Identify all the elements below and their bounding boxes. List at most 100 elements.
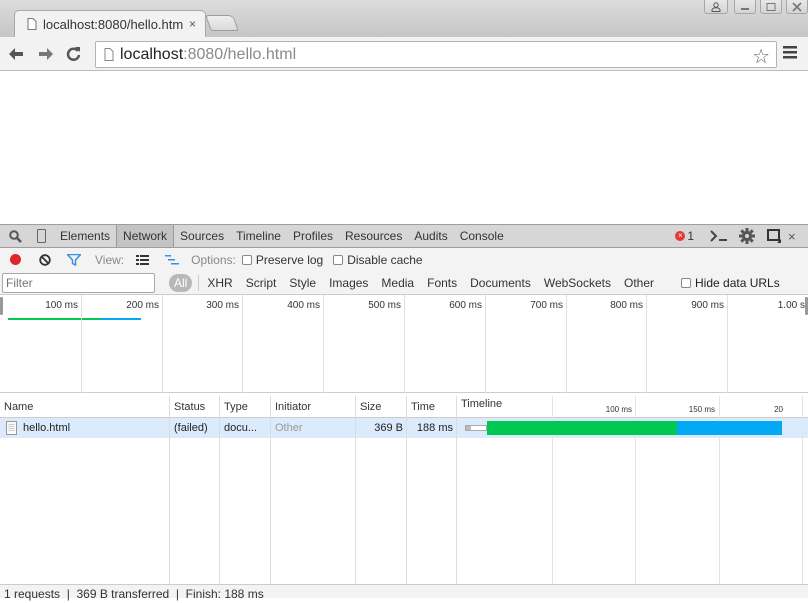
tab-profiles[interactable]: Profiles <box>287 225 339 247</box>
network-summary: 1 requests | 369 B transferred | Finish:… <box>0 584 808 601</box>
forward-button[interactable] <box>36 45 56 63</box>
overview-gridline <box>404 295 405 393</box>
reload-button[interactable] <box>64 45 84 63</box>
request-status: (failed) <box>174 422 208 434</box>
close-window-icon[interactable] <box>786 0 808 14</box>
page-icon <box>104 48 114 61</box>
header-initiator[interactable]: Initiator <box>271 396 311 418</box>
filter-icon[interactable] <box>67 253 81 266</box>
back-arrow-icon <box>9 48 23 60</box>
dock-side-icon[interactable] <box>762 229 788 243</box>
filter-type-images[interactable]: Images <box>329 276 368 290</box>
header-name[interactable]: Name <box>0 396 33 418</box>
new-tab-button[interactable] <box>205 15 239 31</box>
hide-data-urls-label: Hide data URLs <box>695 275 780 290</box>
timeline-waiting-bar <box>487 421 677 435</box>
tab-network[interactable]: Network <box>116 225 175 247</box>
overview-tick-label: 300 ms <box>206 300 239 311</box>
header-size[interactable]: Size <box>356 396 381 418</box>
disable-cache-label: Disable cache <box>347 252 423 267</box>
overview-waterfall-icon[interactable] <box>165 254 180 265</box>
device-mode-icon[interactable] <box>30 229 52 243</box>
request-size: 369 B <box>374 422 403 434</box>
tab-audits[interactable]: Audits <box>408 225 453 247</box>
filter-type-fonts[interactable]: Fonts <box>427 276 457 290</box>
maximize-icon[interactable] <box>760 0 782 14</box>
preserve-log-checkbox[interactable]: Preserve log <box>241 252 324 267</box>
overview-left-handle[interactable] <box>0 297 3 315</box>
preserve-log-label: Preserve log <box>255 252 324 267</box>
filter-type-documents[interactable]: Documents <box>470 276 531 290</box>
overview-tick-label: 700 ms <box>530 300 563 311</box>
header-status[interactable]: Status <box>170 396 205 418</box>
request-name[interactable]: hello.html <box>19 418 70 438</box>
tab-close-icon[interactable]: × <box>189 17 196 31</box>
tab-title: localhost:8080/hello.html <box>43 16 183 32</box>
page-content <box>0 71 808 224</box>
forward-arrow-icon <box>39 48 53 60</box>
requests-table: Name Status Type Initiator Size Time Tim… <box>0 396 808 584</box>
reload-icon <box>66 47 81 61</box>
tab-elements[interactable]: Elements <box>54 225 116 247</box>
filter-type-media[interactable]: Media <box>381 276 414 290</box>
filter-bar: All XHR Script Style Images Media Fonts … <box>0 271 808 295</box>
close-devtools-icon[interactable]: × <box>788 229 808 244</box>
bookmark-star-icon[interactable]: ☆ <box>752 44 770 69</box>
header-timeline[interactable]: Timeline <box>457 393 502 415</box>
large-rows-icon[interactable] <box>136 254 150 265</box>
network-overview[interactable]: 100 ms 200 ms 300 ms 400 ms 500 ms 600 ms 700 … <box>0 295 808 393</box>
error-icon[interactable]: × <box>675 231 686 241</box>
filter-type-script[interactable]: Script <box>246 276 277 290</box>
url-host: localhost <box>120 45 184 63</box>
filter-type-other[interactable]: Other <box>624 276 654 290</box>
minimize-icon[interactable] <box>734 0 756 14</box>
filter-input[interactable] <box>2 272 155 293</box>
tab-sources[interactable]: Sources <box>174 225 230 247</box>
browser-toolbar: localhost:8080/hello.html ☆ <box>0 37 808 71</box>
filter-type-xhr[interactable]: XHR <box>207 276 232 290</box>
tab-timeline[interactable]: Timeline <box>230 225 287 247</box>
overview-tick-label: 200 ms <box>126 300 159 311</box>
browser-titlebar: localhost:8080/hello.html × <box>0 0 808 40</box>
network-toolbar: View: Options: Preserve log Disable cach… <box>0 248 808 271</box>
overview-tick-label: 500 ms <box>368 300 401 311</box>
settings-gear-icon[interactable] <box>732 228 762 244</box>
overview-gridline <box>485 295 486 393</box>
chrome-menu-icon[interactable] <box>783 45 799 63</box>
tab-resources[interactable]: Resources <box>339 225 408 247</box>
filter-type-style[interactable]: Style <box>289 276 316 290</box>
header-type[interactable]: Type <box>220 396 248 418</box>
filter-type-websockets[interactable]: WebSockets <box>544 276 611 290</box>
document-icon <box>2 418 17 438</box>
overview-gridline <box>81 295 82 393</box>
browser-tab[interactable]: localhost:8080/hello.html × <box>14 10 206 37</box>
overview-waiting-bar <box>8 318 100 320</box>
tab-console[interactable]: Console <box>454 225 510 247</box>
filter-type-all[interactable]: All <box>169 273 193 292</box>
header-time[interactable]: Time <box>407 396 435 418</box>
overview-gridline <box>646 295 647 393</box>
overview-tick-label: 1.00 s <box>777 300 805 311</box>
disable-cache-checkbox[interactable]: Disable cache <box>333 252 423 267</box>
record-button[interactable] <box>10 254 21 265</box>
hide-data-urls-checkbox[interactable]: Hide data URLs <box>681 276 780 290</box>
options-label: Options: <box>191 252 236 267</box>
timeline-receiving-bar <box>677 421 782 435</box>
address-bar[interactable]: localhost:8080/hello.html ☆ <box>95 41 777 68</box>
request-row-hello[interactable]: hello.html (failed) docu... Other 369 B … <box>0 418 808 438</box>
page-icon <box>27 18 37 30</box>
user-icon[interactable] <box>704 0 728 14</box>
overview-tick-label: 800 ms <box>610 300 643 311</box>
request-initiator: Other <box>275 422 303 434</box>
overview-gridline <box>162 295 163 393</box>
url-path: :8080/hello.html <box>183 45 297 63</box>
search-icon[interactable] <box>0 229 30 243</box>
error-count[interactable]: 1 <box>687 229 694 243</box>
url-text: localhost:8080/hello.html <box>120 46 296 64</box>
clear-icon[interactable] <box>39 253 51 266</box>
devtools-tabbar: Elements Network Sources Timeline Profil… <box>0 224 808 248</box>
back-button[interactable] <box>6 45 26 63</box>
request-type: docu... <box>224 422 258 434</box>
console-drawer-icon[interactable] <box>706 230 732 242</box>
overview-gridline <box>242 295 243 393</box>
